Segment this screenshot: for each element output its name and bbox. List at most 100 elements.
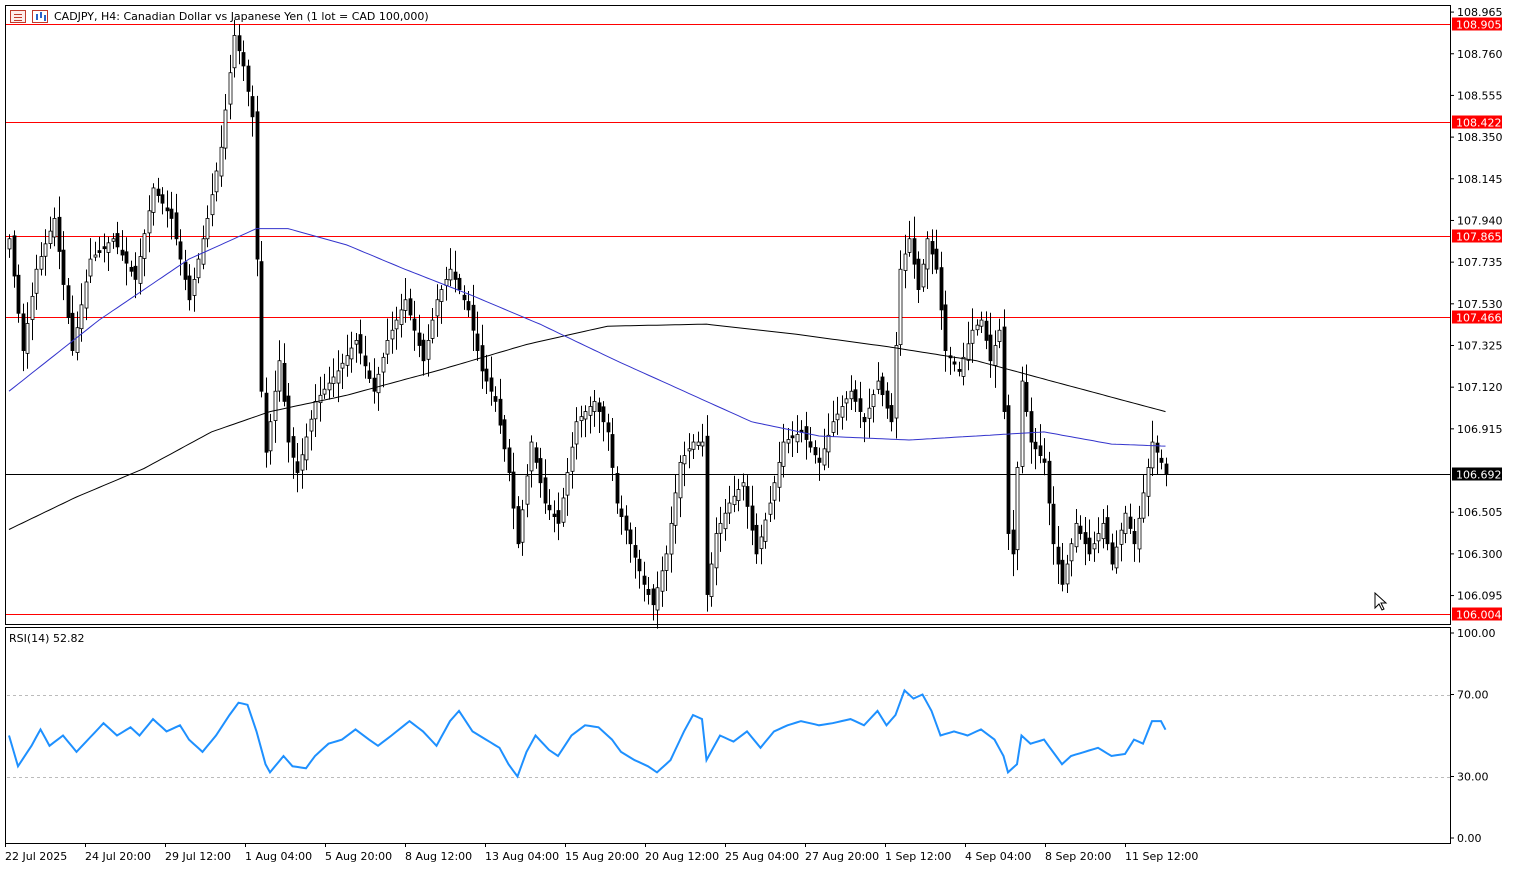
candle-body [898, 268, 903, 346]
candle-body [264, 392, 269, 453]
candle-body [282, 362, 287, 402]
candle-body [43, 243, 48, 257]
time-axis-label: 5 Aug 20:00 [325, 850, 392, 863]
chart-canvas[interactable]: 108.965 108.760 108.555 108.350 108.145 107.9… [0, 0, 1519, 874]
candle-body [763, 519, 768, 542]
candle-body [732, 495, 737, 506]
candle-body [102, 246, 107, 250]
candle-body [957, 368, 962, 372]
candle-body [628, 529, 633, 545]
candle-body [358, 334, 363, 354]
candle-body [1146, 467, 1151, 497]
candle-body [97, 250, 102, 254]
candle-body [489, 377, 494, 392]
candle-body [786, 439, 791, 444]
candle-body [79, 304, 84, 330]
candle-body [1042, 458, 1047, 463]
price-axis-label: 108.760 [1457, 48, 1503, 61]
candle-body [1065, 563, 1070, 585]
price-axis-label: 107.325 [1457, 339, 1503, 352]
candle-body [1132, 530, 1137, 545]
candle-body [493, 396, 498, 402]
price-axis-label: 108.555 [1457, 89, 1503, 102]
candle-body [1110, 542, 1115, 565]
candle-body [115, 233, 120, 248]
candle-body [1137, 517, 1142, 550]
candle-body [1033, 441, 1038, 450]
time-axis-label: 1 Aug 04:00 [245, 850, 312, 863]
candle-body [16, 274, 21, 314]
candle-body [547, 504, 552, 511]
candle-body [543, 477, 548, 504]
candle-body [795, 434, 800, 443]
time-axis-label: 15 Aug 20:00 [565, 850, 639, 863]
candle-body [574, 421, 579, 445]
candle-body [1101, 522, 1106, 540]
candle-body [417, 332, 422, 346]
candle-body [592, 401, 597, 412]
candle-body [502, 419, 507, 450]
candle-body [880, 376, 885, 396]
candle-body [340, 362, 345, 369]
candle-body [781, 441, 786, 467]
candle-body [57, 216, 62, 252]
candle-body [840, 406, 845, 418]
price-axis-label: 106.095 [1457, 590, 1503, 603]
candle-body [322, 388, 327, 395]
candle-body [520, 509, 525, 543]
price-axis-label: 107.120 [1457, 381, 1503, 394]
candle-body [75, 327, 80, 353]
candle-body [606, 422, 611, 433]
candle-body [813, 447, 818, 456]
candle-body [246, 65, 251, 92]
candle-body [759, 536, 764, 550]
candle-body [849, 390, 854, 400]
candle-body [1006, 405, 1011, 534]
candle-body [709, 563, 714, 597]
price-axis-label: 108.145 [1457, 173, 1503, 186]
candle-body [633, 545, 638, 558]
candle-body [552, 513, 557, 518]
candle-body [394, 319, 399, 330]
candle-body [471, 304, 476, 331]
candle-body [1128, 516, 1133, 529]
candle-body [300, 454, 305, 471]
candle-body [363, 355, 368, 367]
candle-body [961, 356, 966, 377]
candle-body [682, 455, 687, 465]
candle-body [669, 522, 674, 555]
candle-body [624, 515, 629, 531]
candle-body [192, 279, 197, 296]
candle-body [295, 461, 300, 473]
candle-body [718, 522, 723, 534]
candle-body [925, 238, 930, 270]
candle-body [525, 475, 530, 505]
candle-body [556, 510, 561, 524]
candle-body [66, 285, 71, 318]
candle-body [345, 355, 350, 366]
candle-body [615, 473, 620, 504]
candle-body [885, 390, 890, 409]
candle-body [1114, 546, 1119, 569]
candle-body [570, 446, 575, 472]
candle-body [1038, 445, 1043, 457]
candle-body [1123, 512, 1128, 534]
candle-body [916, 258, 921, 290]
candle-body [430, 319, 435, 339]
candle-body [142, 233, 147, 259]
price-axis-label: 108.965 [1457, 6, 1503, 19]
candle-body [826, 434, 831, 453]
candle-body [349, 347, 354, 360]
candle-body [498, 398, 503, 426]
candle-body [862, 416, 867, 423]
candle-body [1060, 559, 1065, 585]
candle-body [331, 376, 336, 384]
candle-body [169, 208, 174, 219]
candle-body [408, 298, 413, 316]
time-axis-label: 24 Jul 20:00 [85, 850, 151, 863]
candle-body [1155, 442, 1160, 453]
candle-body [336, 370, 341, 384]
candle-body [259, 261, 264, 392]
candle-body [241, 52, 246, 67]
candle-body [975, 324, 980, 331]
